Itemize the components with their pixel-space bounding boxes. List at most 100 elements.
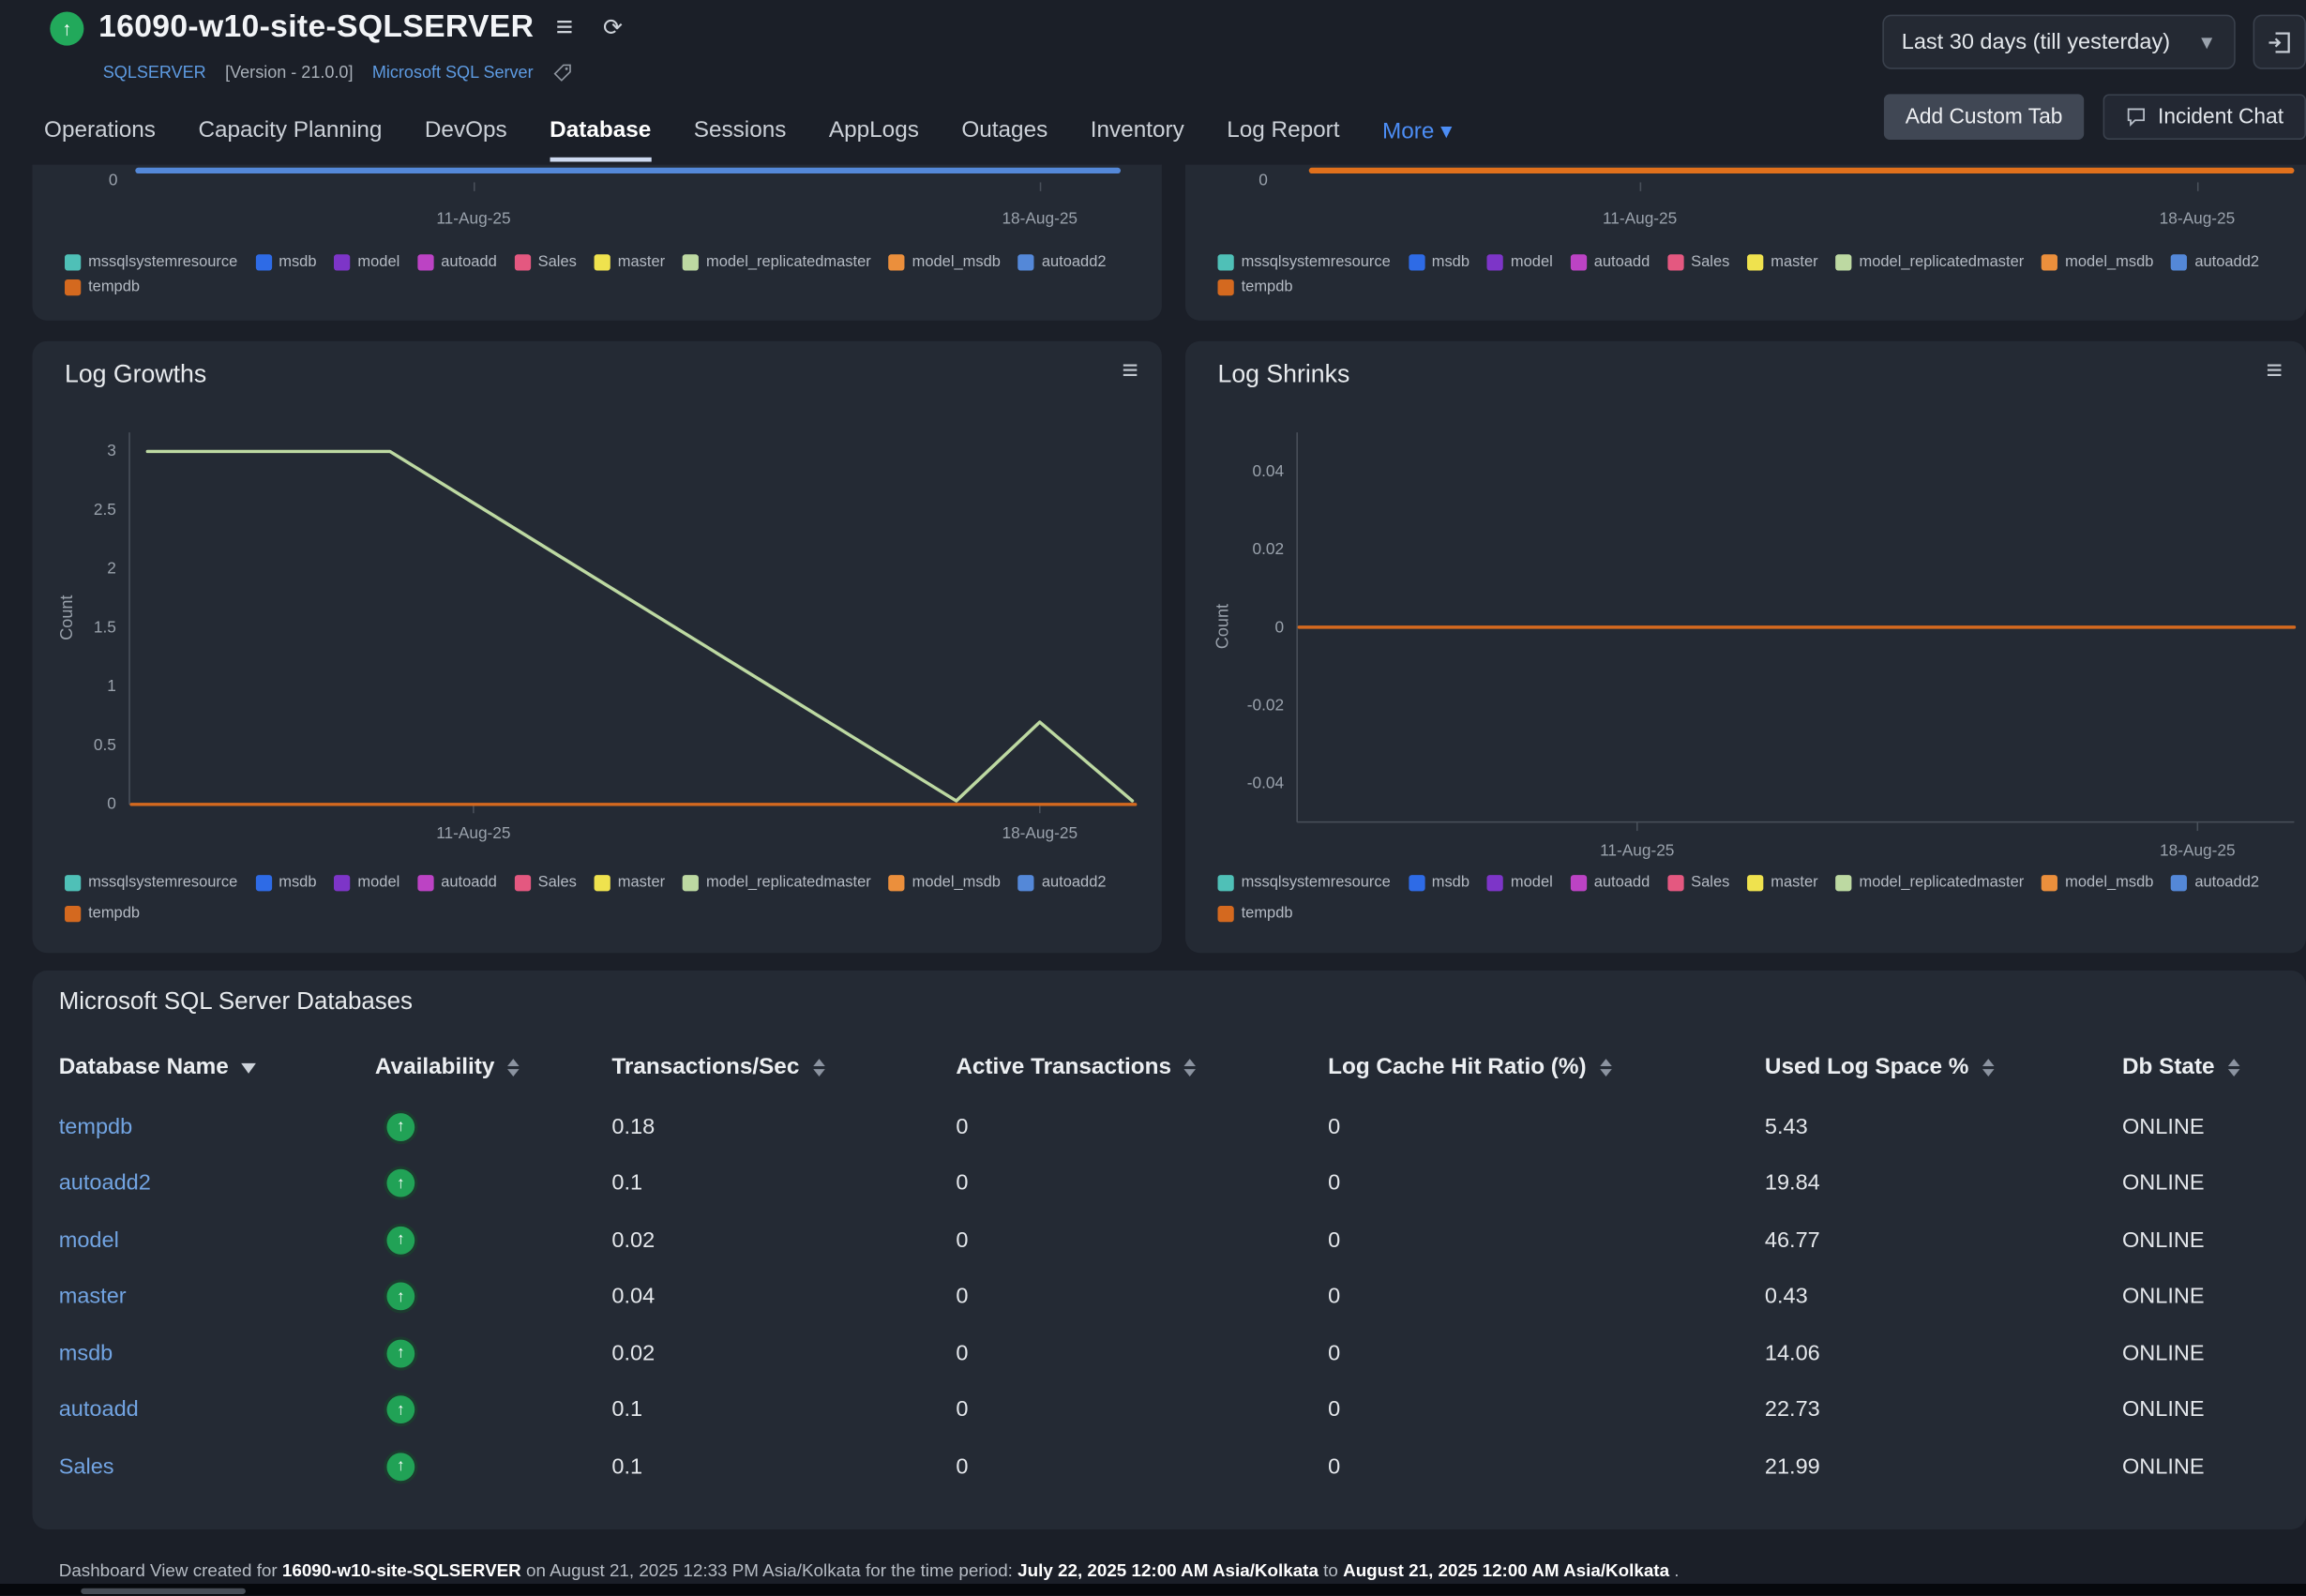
legend-item-Sales[interactable]: Sales xyxy=(515,253,577,272)
table-row: Sales↑0.10021.99ONLINE xyxy=(59,1438,2277,1495)
tab-devops[interactable]: DevOps xyxy=(425,117,507,161)
legend-item-master[interactable]: master xyxy=(1747,874,1817,893)
tab-capacity-planning[interactable]: Capacity Planning xyxy=(198,117,382,161)
server-type-link[interactable]: Microsoft SQL Server xyxy=(372,64,534,82)
chart-menu-icon[interactable]: ≡ xyxy=(1122,356,1138,389)
legend-item-Sales[interactable]: Sales xyxy=(1667,874,1729,893)
col-db-state[interactable]: Db State xyxy=(2122,1054,2277,1080)
availability-up-icon[interactable]: ↑ xyxy=(386,1227,414,1255)
legend-label: autoadd xyxy=(1594,253,1650,272)
log-shrinks-plot[interactable]: 11-Aug-2518-Aug-250.040.020-0.02-0.04 xyxy=(1297,432,2294,822)
legend-label: Sales xyxy=(538,253,577,272)
legend-label: autoadd xyxy=(441,253,497,272)
db-name-link[interactable]: master xyxy=(59,1284,127,1309)
legend-item-autoadd2[interactable]: autoadd2 xyxy=(1018,874,1107,893)
time-range-select[interactable]: Last 30 days (till yesterday) ▼ xyxy=(1882,15,2235,69)
legend-item-tempdb[interactable]: tempdb xyxy=(65,278,140,296)
legend-item-model[interactable]: model xyxy=(1487,253,1553,272)
footer-monitor-name: 16090-w10-site-SQLSERVER xyxy=(282,1560,521,1581)
tab-applogs[interactable]: AppLogs xyxy=(829,117,919,161)
legend-item-mssqlsystemresource[interactable]: mssqlsystemresource xyxy=(1218,253,1391,272)
tab-log-report[interactable]: Log Report xyxy=(1227,117,1339,161)
col-active-transactions[interactable]: Active Transactions xyxy=(956,1054,1328,1080)
db-name-link[interactable]: tempdb xyxy=(59,1114,132,1139)
add-custom-tab-button[interactable]: Add Custom Tab xyxy=(1884,94,2084,140)
legend-item-tempdb[interactable]: tempdb xyxy=(1218,904,1293,923)
legend-item-model_replicatedmaster[interactable]: model_replicatedmaster xyxy=(1835,253,2024,272)
refresh-icon[interactable]: ⟳ xyxy=(603,13,623,42)
legend-item-Sales[interactable]: Sales xyxy=(1667,253,1729,272)
db-name-link[interactable]: autoadd xyxy=(59,1397,139,1423)
legend-item-msdb[interactable]: msdb xyxy=(1409,874,1470,893)
tab-outages[interactable]: Outages xyxy=(961,117,1047,161)
legend-item-tempdb[interactable]: tempdb xyxy=(65,904,140,923)
legend-item-model[interactable]: model xyxy=(334,253,399,272)
legend-item-model_msdb[interactable]: model_msdb xyxy=(889,253,1001,272)
footer-period-start: July 22, 2025 12:00 AM Asia/Kolkata xyxy=(1017,1560,1319,1581)
legend-item-autoadd[interactable]: autoadd xyxy=(1571,874,1650,893)
col-log-cache-hit-ratio[interactable]: Log Cache Hit Ratio (%) xyxy=(1328,1054,1765,1080)
col-transactions-per-sec[interactable]: Transactions/Sec xyxy=(611,1054,956,1080)
log-growths-plot[interactable]: 11-Aug-2518-Aug-2532.521.510.50 xyxy=(129,432,1136,805)
table-row: autoadd2↑0.10019.84ONLINE xyxy=(59,1155,2277,1212)
popout-button[interactable] xyxy=(2253,15,2306,69)
footer-period-end: August 21, 2025 12:00 AM Asia/Kolkata xyxy=(1343,1560,1669,1581)
tab-database[interactable]: Database xyxy=(550,117,651,161)
legend-item-autoadd[interactable]: autoadd xyxy=(417,253,497,272)
db-name-link[interactable]: model xyxy=(59,1227,119,1253)
legend-item-master[interactable]: master xyxy=(595,874,665,893)
availability-up-icon[interactable]: ↑ xyxy=(386,1396,414,1424)
col-database-name[interactable]: Database Name xyxy=(59,1054,375,1080)
chart-menu-icon[interactable]: ≡ xyxy=(2267,356,2283,389)
legend-item-autoadd2[interactable]: autoadd2 xyxy=(1018,253,1107,272)
legend-item-autoadd[interactable]: autoadd xyxy=(1571,253,1650,272)
legend-item-autoadd[interactable]: autoadd xyxy=(417,874,497,893)
legend-item-tempdb[interactable]: tempdb xyxy=(1218,278,1293,296)
legend-item-msdb[interactable]: msdb xyxy=(1409,253,1470,272)
legend-item-msdb[interactable]: msdb xyxy=(255,253,316,272)
legend-item-autoadd2[interactable]: autoadd2 xyxy=(2171,874,2259,893)
availability-up-icon[interactable]: ↑ xyxy=(386,1453,414,1481)
availability-up-icon[interactable]: ↑ xyxy=(386,1169,414,1197)
legend-item-master[interactable]: master xyxy=(595,253,665,272)
legend-item-Sales[interactable]: Sales xyxy=(515,874,577,893)
legend-item-master[interactable]: master xyxy=(1747,253,1817,272)
legend-item-model[interactable]: model xyxy=(1487,874,1553,893)
monitor-actions-menu-icon[interactable]: ≡ xyxy=(556,12,573,46)
tab-sessions[interactable]: Sessions xyxy=(694,117,787,161)
availability-up-icon[interactable]: ↑ xyxy=(386,1283,414,1311)
incident-chat-button[interactable]: Incident Chat xyxy=(2103,94,2306,140)
monitor-type-link[interactable]: SQLSERVER xyxy=(103,64,206,82)
legend-item-model_msdb[interactable]: model_msdb xyxy=(2042,874,2153,893)
db-name-link[interactable]: msdb xyxy=(59,1341,113,1366)
legend-item-model_replicatedmaster[interactable]: model_replicatedmaster xyxy=(683,253,871,272)
legend-item-mssqlsystemresource[interactable]: mssqlsystemresource xyxy=(1218,874,1391,893)
col-used-log-space[interactable]: Used Log Space % xyxy=(1765,1054,2122,1080)
db-name-link[interactable]: autoadd2 xyxy=(59,1171,151,1197)
legend-swatch xyxy=(1409,875,1424,891)
legend-item-model[interactable]: model xyxy=(334,874,399,893)
legend-label: tempdb xyxy=(1242,278,1293,296)
db-name-link[interactable]: Sales xyxy=(59,1454,114,1480)
availability-up-icon[interactable]: ↑ xyxy=(386,1113,414,1141)
legend-item-msdb[interactable]: msdb xyxy=(255,874,316,893)
legend-label: msdb xyxy=(279,874,316,893)
availability-up-icon[interactable]: ↑ xyxy=(386,1339,414,1367)
horizontal-scrollbar-thumb[interactable] xyxy=(81,1588,246,1594)
tab-operations[interactable]: Operations xyxy=(44,117,156,161)
col-availability[interactable]: Availability xyxy=(375,1054,611,1080)
tab-inventory[interactable]: Inventory xyxy=(1091,117,1184,161)
legend-item-model_replicatedmaster[interactable]: model_replicatedmaster xyxy=(1835,874,2024,893)
legend-item-mssqlsystemresource[interactable]: mssqlsystemresource xyxy=(65,253,237,272)
legend-item-model_msdb[interactable]: model_msdb xyxy=(889,874,1001,893)
tag-icon[interactable] xyxy=(552,63,571,82)
tab-more[interactable]: More ▾ xyxy=(1382,117,1452,161)
cell-transactions-per-sec: 0.04 xyxy=(611,1284,956,1309)
legend-item-mssqlsystemresource[interactable]: mssqlsystemresource xyxy=(65,874,237,893)
cell-transactions-per-sec: 0.02 xyxy=(611,1341,956,1366)
y-tick-label: 0 xyxy=(1274,618,1284,636)
legend-item-model_replicatedmaster[interactable]: model_replicatedmaster xyxy=(683,874,871,893)
legend-swatch xyxy=(1571,875,1587,891)
legend-item-model_msdb[interactable]: model_msdb xyxy=(2042,253,2153,272)
legend-item-autoadd2[interactable]: autoadd2 xyxy=(2171,253,2259,272)
